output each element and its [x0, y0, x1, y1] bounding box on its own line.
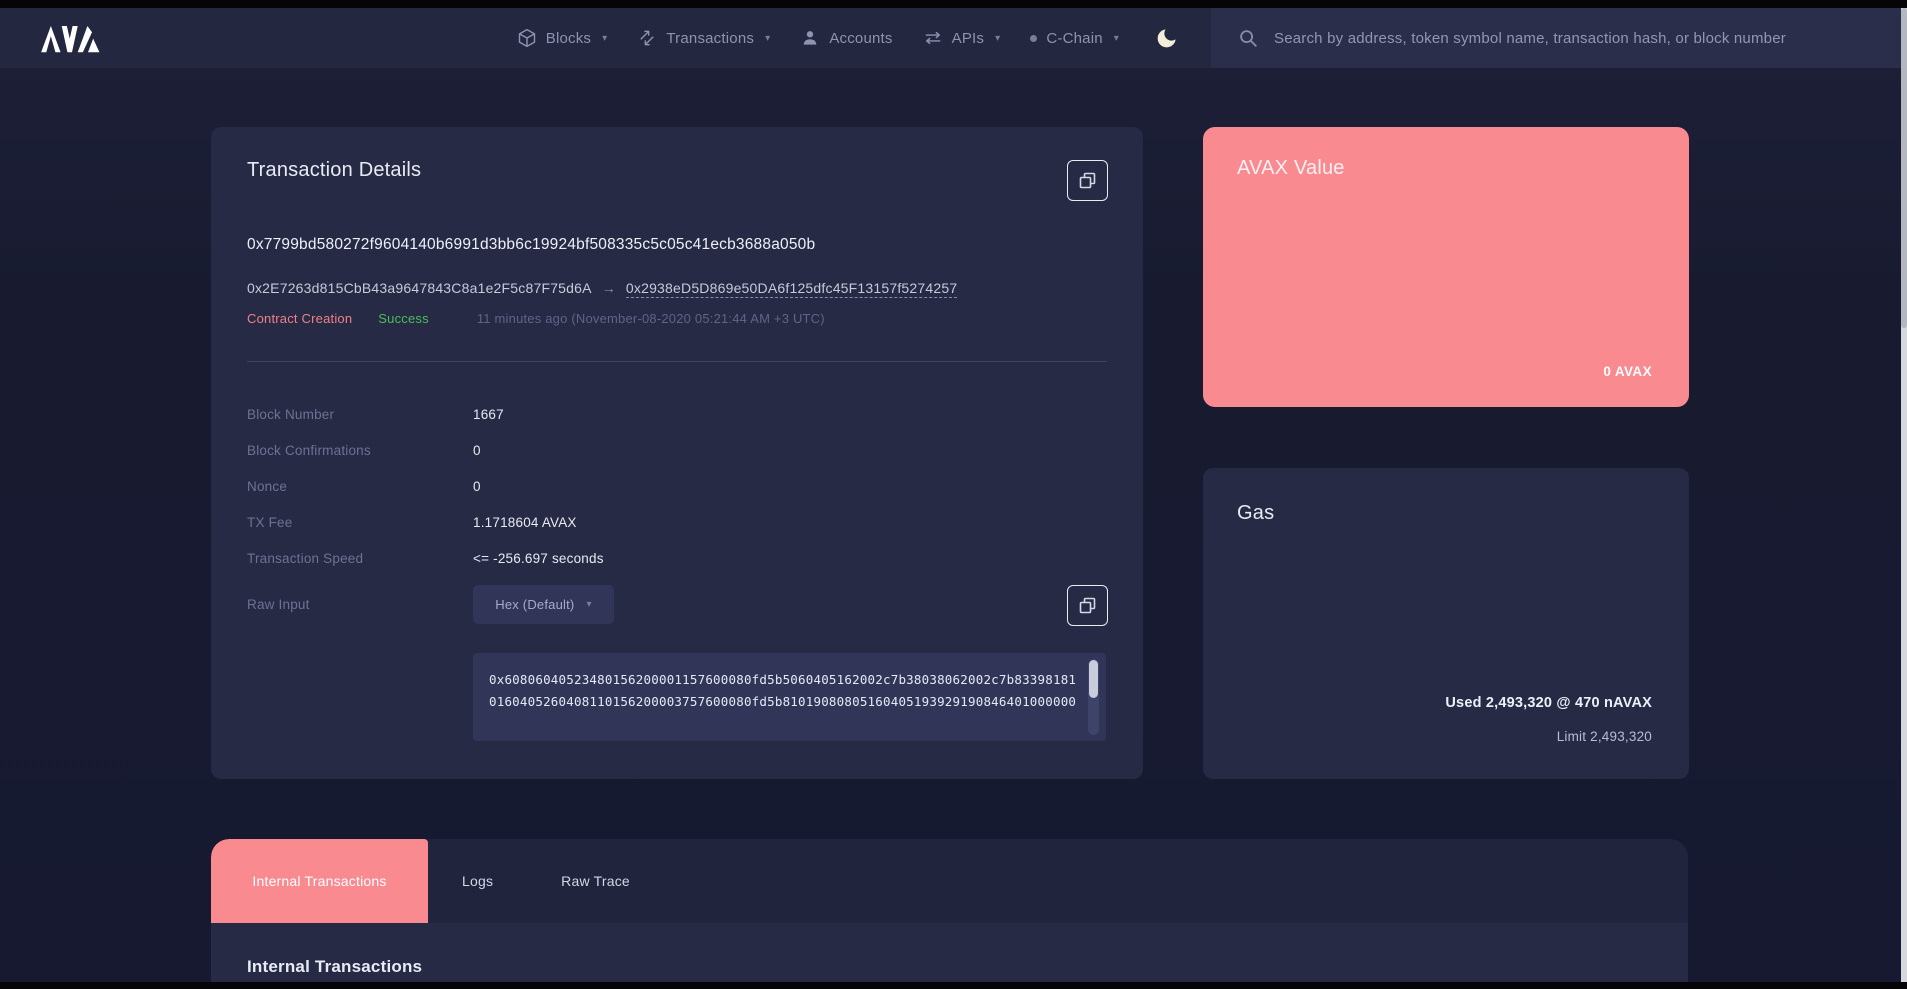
bottom-panel: Internal Transactions Logs Raw Trace Int… [211, 839, 1688, 989]
raw-input-scrollbar[interactable] [1088, 659, 1099, 735]
detail-value: <= -256.697 seconds [473, 551, 1107, 566]
arrow-right-icon: → [602, 280, 616, 296]
detail-row-block-confirmations: Block Confirmations 0 [247, 432, 1107, 468]
status-badge: Success [378, 311, 429, 326]
sliders-icon [923, 28, 943, 48]
detail-label: Nonce [247, 479, 473, 494]
nav-item-label: APIs [952, 30, 984, 47]
nav-item-transactions[interactable]: Transactions ▾ [637, 28, 770, 48]
page: Blocks ▾ Transactions ▾ Accounts [0, 0, 1907, 989]
swap-arrows-icon [637, 28, 657, 48]
nav-item-label: Blocks [546, 30, 591, 47]
nav-item-blocks[interactable]: Blocks ▾ [517, 28, 608, 48]
detail-value: 1667 [473, 407, 1107, 422]
transaction-details-card: Transaction Details 0x7799bd580272f96041… [211, 127, 1143, 779]
raw-input-format-value: Hex (Default) [495, 597, 574, 612]
tab-logs[interactable]: Logs [428, 839, 527, 923]
moon-icon [1155, 26, 1179, 50]
nav-item-chain-selector[interactable]: C-Chain ▾ [1030, 30, 1119, 47]
copy-raw-input-button[interactable] [1067, 585, 1108, 626]
page-scrollbar-thumb[interactable] [1901, 8, 1907, 328]
raw-input-line: 0x60806040523480156200001157600080fd5b50… [489, 669, 1072, 691]
gas-card: Gas Used 2,493,320 @ 470 nAVAX Limit 2,4… [1203, 468, 1689, 779]
avax-value-card: AVAX Value 0 AVAX [1203, 127, 1689, 407]
window-top-edge [0, 0, 1907, 8]
search-bar [1211, 8, 1901, 68]
timestamp: 11 minutes ago (November-08-2020 05:21:4… [477, 311, 825, 326]
detail-label: Block Confirmations [247, 443, 473, 458]
page-scrollbar[interactable] [1901, 8, 1907, 982]
nav-item-label: Transactions [666, 30, 754, 47]
copy-hash-button[interactable] [1067, 160, 1108, 201]
card-title: Gas [1237, 502, 1274, 525]
detail-value: 0 [473, 443, 1107, 458]
status-row: Contract Creation Success 11 minutes ago… [247, 311, 825, 326]
gas-limit-value: Limit 2,493,320 [1557, 729, 1652, 744]
raw-input-label: Raw Input [247, 597, 310, 612]
detail-row-tx-fee: TX Fee 1.1718604 AVAX [247, 504, 1107, 540]
raw-input-data-box[interactable]: 0x60806040523480156200001157600080fd5b50… [473, 653, 1106, 741]
nav-item-label: C-Chain [1046, 30, 1102, 47]
divider [247, 361, 1107, 362]
avalanche-logo-icon [40, 23, 104, 53]
copy-icon [1078, 171, 1098, 191]
detail-value: 1.1718604 AVAX [473, 515, 1107, 530]
chevron-down-icon: ▾ [765, 33, 770, 44]
window-bottom-edge [0, 982, 1907, 989]
tab-strip: Internal Transactions Logs Raw Trace [211, 839, 1688, 923]
avalanche-logo[interactable] [40, 23, 104, 53]
navbar: Blocks ▾ Transactions ▾ Accounts [0, 8, 1901, 68]
panel-heading: Internal Transactions [247, 957, 422, 977]
transaction-type-label: Contract Creation [247, 311, 352, 326]
detail-row-block-number: Block Number 1667 [247, 396, 1107, 432]
chevron-down-icon: ▾ [995, 33, 1000, 44]
detail-row-nonce: Nonce 0 [247, 468, 1107, 504]
raw-input-line: 0160405260408110156200003757600080fd5b81… [489, 691, 1072, 713]
detail-rows: Block Number 1667 Block Confirmations 0 … [247, 396, 1107, 576]
tab-panel-body [211, 923, 1688, 989]
copy-icon [1078, 596, 1098, 616]
raw-input-scrollbar-thumb[interactable] [1089, 660, 1098, 698]
detail-label: TX Fee [247, 515, 473, 530]
gas-used-value: Used 2,493,320 @ 470 nAVAX [1445, 695, 1652, 711]
search-icon [1237, 27, 1259, 49]
tab-raw-trace[interactable]: Raw Trace [527, 839, 664, 923]
chevron-down-icon: ▾ [602, 33, 607, 44]
nav-item-label: Accounts [829, 30, 892, 47]
detail-row-transaction-speed: Transaction Speed <= -256.697 seconds [247, 540, 1107, 576]
raw-input-format-dropdown[interactable]: Hex (Default) ▾ [473, 585, 614, 624]
from-address: 0x2E7263d815CbB43a9647843C8a1e2F5c87F75d… [247, 280, 592, 296]
detail-value: 0 [473, 479, 1107, 494]
card-title: Transaction Details [247, 159, 421, 182]
dot-icon [1030, 35, 1037, 42]
chevron-down-icon: ▾ [586, 599, 591, 610]
nav-item-apis[interactable]: APIs ▾ [923, 28, 1001, 48]
transaction-hash: 0x7799bd580272f9604140b6991d3bb6c19924bf… [247, 236, 815, 254]
nav-item-accounts[interactable]: Accounts [800, 28, 892, 48]
chevron-down-icon: ▾ [1114, 33, 1119, 44]
card-title: AVAX Value [1237, 157, 1345, 180]
address-row: 0x2E7263d815CbB43a9647843C8a1e2F5c87F75d… [247, 280, 957, 298]
tab-internal-transactions[interactable]: Internal Transactions [211, 839, 428, 923]
detail-label: Transaction Speed [247, 551, 473, 566]
person-icon [800, 28, 820, 48]
nav-menu: Blocks ▾ Transactions ▾ Accounts [517, 26, 1187, 50]
search-input[interactable] [1274, 30, 1901, 47]
avax-value-amount: 0 AVAX [1603, 364, 1652, 379]
theme-toggle-button[interactable] [1155, 26, 1179, 50]
detail-label: Block Number [247, 407, 473, 422]
to-address-link[interactable]: 0x2938eD5D869e50DA6f125dfc45F13157f52742… [626, 280, 957, 298]
cube-icon [517, 28, 537, 48]
